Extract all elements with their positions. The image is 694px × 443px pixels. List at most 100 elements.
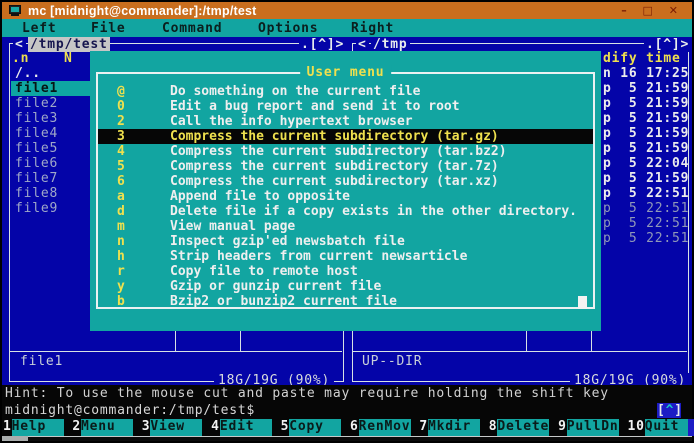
right-panel-mtime-header[interactable]: dify time [603,51,681,66]
fkey-bar-end-cap [688,419,694,436]
menu-item-hotkey: 6 [117,174,126,189]
fkey-help[interactable]: 1Help [2,419,71,436]
user-menu-item-y[interactable]: y Gzip or gunzip current file [98,279,593,294]
fkey-menu[interactable]: 2Menu [71,419,140,436]
menu-left[interactable]: Left [22,21,57,36]
shell-prompt[interactable]: midnight@commander:/tmp/test$ [5,403,255,418]
menu-item-hotkey: a [117,189,126,204]
fkey-pulldn[interactable]: 9PullDn [557,419,626,436]
fkey-label: Quit [645,419,690,436]
fkey-label: PullDn [567,419,619,436]
left-panel-sort-indicator[interactable]: .n [12,51,29,66]
menu-file[interactable]: File [91,21,126,36]
left-panel-corner-buttons[interactable]: .[^]> [299,37,346,52]
mtime-row[interactable]: p 5 21:59 [603,126,689,141]
hint-text: Hint: To use the mouse cut and paste may… [5,386,609,401]
scrollbar-thumb[interactable] [2,436,28,441]
user-menu-item-6[interactable]: 6 Compress the current subdirectory (tar.… [98,174,593,189]
fkey-renmov[interactable]: 6RenMov [349,419,418,436]
mtime-row[interactable]: p 5 22:51 [603,201,689,216]
fkey-copy[interactable]: 5Copy [280,419,349,436]
mc-terminal-window: mc [midnight@commander]:/tmp/test – □ ✕ … [0,0,694,443]
right-panel-path[interactable]: /tmp [371,37,410,52]
fkey-label: Delete [497,419,549,436]
menu-item-label: Edit a bug report and send it to root [170,99,460,114]
user-menu-item-d[interactable]: dDelete file if a copy exists in the oth… [98,204,593,219]
right-panel-back-arrow[interactable]: < [356,37,369,52]
fkey-mkdir[interactable]: 7Mkdir [418,419,487,436]
right-panel-corner-buttons[interactable]: .[^]> [644,37,691,52]
menu-item-hotkey: 0 [117,99,126,114]
user-menu-item-3[interactable]: 3Compress the current subdirectory (tar.… [98,129,593,144]
user-menu-title: User menu [300,65,392,80]
mtime-row[interactable]: p 5 21:59 [603,171,689,186]
terminal-monitor-icon [9,5,21,16]
user-menu-item-0[interactable]: 0 Edit a bug report and send it to root [98,99,593,114]
window-titlebar[interactable]: mc [midnight@commander]:/tmp/test – □ ✕ [2,2,692,19]
menu-item-hotkey: y [117,279,126,294]
mtime-row[interactable]: p 5 22:04 [603,156,689,171]
menu-item-label: Do something on the current file [170,84,420,99]
user-menu-item-4[interactable]: 4 Compress the current subdirectory (tar.… [98,144,593,159]
user-menu-item-b[interactable]: bBzip2 or bunzip2 current file [98,294,593,309]
mtime-row[interactable]: p 5 21:59 [603,141,689,156]
right-panel-status-separator [353,351,687,352]
menu-item-hotkey: r [117,264,126,279]
fkey-quit[interactable]: 10Quit [627,419,692,436]
user-menu-item-a[interactable]: a Append file to opposite [98,189,593,204]
left-panel-name-header[interactable]: N [64,51,73,66]
menu-item-label: Bzip2 or bunzip2 current file [170,294,397,309]
user-menu-item-m[interactable]: m View manual page [98,219,593,234]
panel-toggle-button[interactable]: [^] [657,403,681,418]
fkey-number: 4 [210,419,220,436]
left-panel-path[interactable]: /tmp/test [28,37,110,52]
window-control-buttons[interactable]: – □ ✕ [621,4,684,18]
fkey-label: Menu [81,419,133,436]
menu-item-label: Append file to opposite [170,189,350,204]
menu-item-label: View manual page [170,219,295,234]
right-panel-mini-status: UP--DIR [362,354,422,369]
menu-item-label: Gzip or gunzip current file [170,279,381,294]
user-menu-item-n[interactable]: nInspect gzip'ed newsbatch file [98,234,593,249]
mtime-row[interactable]: p 5 22:51 [603,216,689,231]
fkey-number: 1 [2,419,12,436]
menu-item-label: Compress the current subdirectory (tar.b… [170,144,507,159]
fkey-label: Help [12,419,64,436]
menu-right[interactable]: Right [351,21,394,36]
fkey-number: 8 [488,419,498,436]
fkey-view[interactable]: 3View [141,419,210,436]
fkey-number: 9 [557,419,567,436]
menu-options[interactable]: Options [258,21,318,36]
user-menu-item-@[interactable]: @ Do something on the current file [98,84,593,99]
mtime-row[interactable]: p 5 21:59 [603,81,689,96]
user-menu-item-5[interactable]: 5Compress the current subdirectory (tar.… [98,159,593,174]
menu-item-label: Compress the current subdirectory (tar.7… [170,159,499,174]
menu-item-label: Strip headers from current newsarticle [170,249,467,264]
user-menu-item-r[interactable]: r Copy file to remote host [98,264,593,279]
mtime-row[interactable]: p 5 22:51 [603,186,689,201]
fkey-edit[interactable]: 4Edit [210,419,279,436]
command-line[interactable]: midnight@commander:/tmp/test$ [^] [2,402,692,419]
mtime-row[interactable]: p 5 21:59 [603,111,689,126]
fkey-number: 10 [627,419,645,436]
window-title: mc [midnight@commander]:/tmp/test [28,3,257,19]
mtime-row[interactable]: n 16 17:25 [603,66,689,81]
mtime-row[interactable]: p 5 22:51 [603,231,689,246]
user-menu-item-2[interactable]: 2Call the info hypertext browser [98,114,593,129]
mtime-row[interactable]: p 5 21:59 [603,96,689,111]
left-panel-status-separator [10,351,342,352]
horizontal-scrollbar[interactable] [2,436,692,441]
menu-item-label: Copy file to remote host [170,264,358,279]
fkey-label: Copy [289,419,341,436]
user-menu-item-h[interactable]: hStrip headers from current newsarticle [98,249,593,264]
menu-command[interactable]: Command [162,21,222,36]
fkey-delete[interactable]: 8Delete [488,419,557,436]
menu-item-hotkey: m [117,219,126,234]
menu-item-hotkey: @ [117,84,126,99]
menu-item-label: Compress the current subdirectory (tar.x… [170,174,499,189]
left-panel-back-arrow[interactable]: < [13,37,26,52]
function-key-bar: 1Help2Menu3View4Edit5Copy6RenMov7Mkdir8D… [2,419,692,436]
menu-item-hotkey: n [117,234,126,249]
user-menu-dialog: User menu @ Do something on the current f… [90,51,601,331]
menu-item-hotkey: 4 [117,144,126,159]
